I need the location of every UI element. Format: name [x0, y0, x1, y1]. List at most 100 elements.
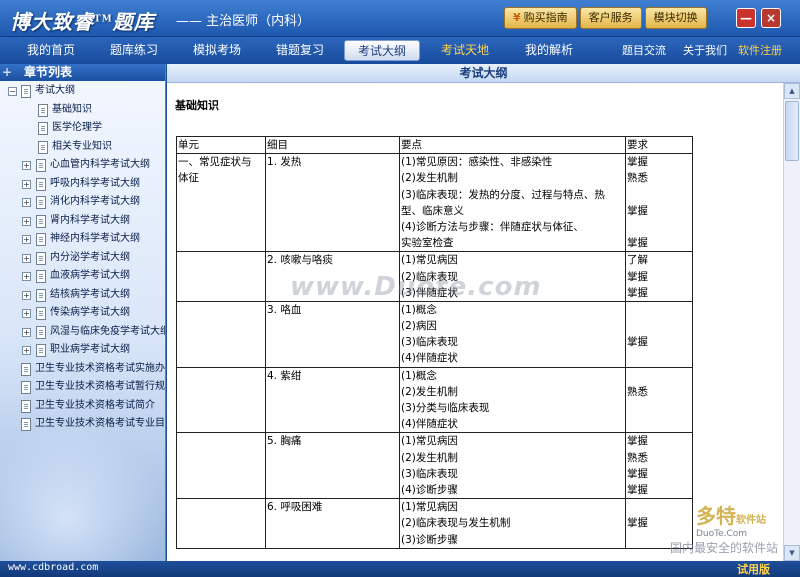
sidebar-item[interactable]: 卫生专业技术资格考试专业目录: [0, 415, 165, 434]
close-button[interactable]: ×: [761, 8, 781, 28]
expand-icon[interactable]: +: [22, 272, 31, 281]
sidebar-item[interactable]: + 肾内科学考试大纲: [0, 212, 165, 231]
sidebar-item-label: 心血管内科学考试大纲: [50, 159, 150, 170]
sidebar-item[interactable]: − 考试大纲: [0, 82, 165, 101]
sidebar-item[interactable]: + 血液病学考试大纲: [0, 267, 165, 286]
expand-icon[interactable]: +: [22, 216, 31, 226]
expand-icon[interactable]: +: [22, 327, 31, 337]
sidebar-item[interactable]: + 传染病学考试大纲: [0, 304, 165, 323]
sidebar-item-label: 神经内科学考试大纲: [50, 233, 140, 244]
sidebar-item-label: 相关专业知识: [52, 140, 112, 152]
sidebar-item[interactable]: + 呼吸内科学考试大纲: [0, 175, 165, 194]
unit-cell: [176, 366, 266, 434]
website-url: www.cdbroad.com: [8, 562, 99, 573]
sidebar-item-label: 基础知识: [52, 103, 92, 115]
tab-wrong-review[interactable]: 错题复习: [259, 40, 341, 61]
tab-syllabus[interactable]: 考试大纲: [344, 40, 420, 61]
requirement-cell: 掌握 熟悉 掌握 掌握: [625, 432, 693, 500]
main-nav: 我的首页 题库练习 模拟考场 错题复习 考试大纲 考试天地 我的解析 题目交流 …: [0, 37, 800, 64]
scroll-thumb[interactable]: [785, 101, 799, 161]
sidebar-item-label: 卫生专业技术资格考试暂行规定: [35, 381, 166, 392]
collapse-icon: +: [2, 65, 13, 79]
collapse-icon[interactable]: −: [8, 87, 17, 96]
header-requirement: 要求: [625, 135, 693, 155]
sidebar-item[interactable]: + 风湿与临床免疫学考试大纲: [0, 323, 165, 342]
document-icon: [21, 418, 31, 431]
link-question-exchange[interactable]: 题目交流: [622, 41, 666, 60]
unit-cell: [176, 432, 266, 500]
sidebar-item-label: 卫生专业技术资格考试实施办法: [35, 362, 166, 374]
item-cell: 5. 胸痛: [265, 432, 400, 500]
tab-exam-world[interactable]: 考试天地: [424, 40, 506, 61]
document-icon: [38, 122, 48, 135]
expand-icon[interactable]: +: [22, 198, 31, 207]
expand-icon[interactable]: +: [22, 161, 31, 170]
chapter-sidebar: + 章节列表 − 考试大纲 基础知识 医学伦理学 相关专业知识 + 心血管内科学考试大纲 + 呼…: [0, 64, 166, 561]
sidebar-item[interactable]: + 内分泌学考试大纲: [0, 249, 165, 268]
tab-my-analysis[interactable]: 我的解析: [508, 40, 590, 61]
document-icon: [21, 399, 31, 413]
item-cell: 3. 咯血: [265, 300, 400, 368]
points-cell: (1)概念 (2)病因 (3)临床表现 (4)伴随症状: [399, 300, 626, 368]
sidebar-item[interactable]: + 消化内科学考试大纲: [0, 193, 165, 212]
sidebar-item[interactable]: + 心血管内科学考试大纲: [0, 156, 165, 175]
item-cell: 1. 发热: [265, 153, 400, 253]
document-icon: [36, 251, 46, 265]
document-icon: [36, 177, 46, 191]
module-switch-button[interactable]: 模块切换: [644, 7, 707, 29]
points-cell: (1)概念 (2)发生机制 (3)分类与临床表现 (4)伴随症状: [399, 366, 626, 434]
document-icon: [38, 140, 48, 154]
document-icon: [36, 233, 46, 246]
trial-badge: 试用版: [737, 563, 770, 576]
expand-icon[interactable]: +: [22, 253, 31, 263]
cart-icon: ¥: [513, 11, 521, 24]
sidebar-item[interactable]: 卫生专业技术资格考试暂行规定: [0, 378, 165, 397]
expand-icon[interactable]: +: [22, 290, 31, 300]
sidebar-item-label: 血液病学考试大纲: [50, 270, 130, 281]
document-icon: [36, 270, 46, 283]
sidebar-item-label: 卫生专业技术资格考试专业目录: [35, 418, 166, 429]
table-row: 5. 胸痛 (1)常见病因 (2)发生机制 (3)临床表现 (4)诊断步骤 掌握 熟悉 掌握掌…: [176, 432, 693, 500]
document-icon: [36, 344, 46, 357]
sidebar-item-label: 内分泌学考试大纲: [50, 251, 130, 263]
tab-practice[interactable]: 题库练习: [93, 40, 175, 61]
sidebar-item[interactable]: 基础知识: [0, 101, 165, 120]
scroll-up-icon[interactable]: ▲: [784, 83, 800, 99]
expand-icon[interactable]: +: [22, 309, 31, 318]
document-icon: [36, 159, 46, 172]
app-logo: 博大致睿TM题库: [10, 10, 155, 34]
link-about-us[interactable]: 关于我们: [683, 41, 727, 60]
document-icon: [21, 85, 31, 98]
header-unit: 单元: [176, 135, 266, 155]
header-item: 细目: [265, 135, 400, 155]
minimize-button[interactable]: —: [736, 8, 756, 28]
content-header: 考试大纲: [167, 64, 800, 83]
document-icon: [36, 325, 46, 339]
purchase-guide-button[interactable]: ¥ 购买指南: [504, 7, 577, 29]
sidebar-item[interactable]: 相关专业知识: [0, 138, 165, 157]
sidebar-item[interactable]: 卫生专业技术资格考试简介: [0, 397, 165, 416]
tab-home[interactable]: 我的首页: [10, 40, 92, 61]
sidebar-item[interactable]: 医学伦理学: [0, 119, 165, 138]
tab-mock-exam[interactable]: 模拟考场: [176, 40, 258, 61]
sidebar-item[interactable]: + 职业病学考试大纲: [0, 341, 165, 360]
requirement-cell: 了解 掌握 掌握: [625, 251, 693, 302]
sidebar-item[interactable]: 卫生专业技术资格考试实施办法: [0, 360, 165, 379]
customer-service-button[interactable]: 客户服务: [579, 7, 642, 29]
expand-icon[interactable]: +: [22, 179, 31, 189]
syllabus-table: 单元 细目 要点 要求 一、常见症状与 体征 1. 发热 (1)常见原因：感染性、非感…: [176, 135, 693, 549]
sidebar-item-label: 结核病学考试大纲: [50, 288, 130, 300]
section-title: 基础知识: [175, 99, 219, 112]
unit-cell: [176, 498, 266, 549]
requirement-cell: 掌握: [625, 300, 693, 368]
sidebar-item[interactable]: + 结核病学考试大纲: [0, 286, 165, 305]
sidebar-item[interactable]: + 神经内科学考试大纲: [0, 230, 165, 249]
sidebar-item-label: 肾内科学考试大纲: [50, 214, 130, 226]
vertical-scrollbar[interactable]: ▲ ▼: [783, 83, 800, 561]
document-icon: [36, 214, 46, 228]
document-icon: [36, 196, 46, 209]
expand-icon[interactable]: +: [22, 346, 31, 355]
minimize-icon: —: [740, 11, 752, 25]
expand-icon[interactable]: +: [22, 235, 31, 244]
link-register[interactable]: 软件注册: [738, 41, 782, 60]
